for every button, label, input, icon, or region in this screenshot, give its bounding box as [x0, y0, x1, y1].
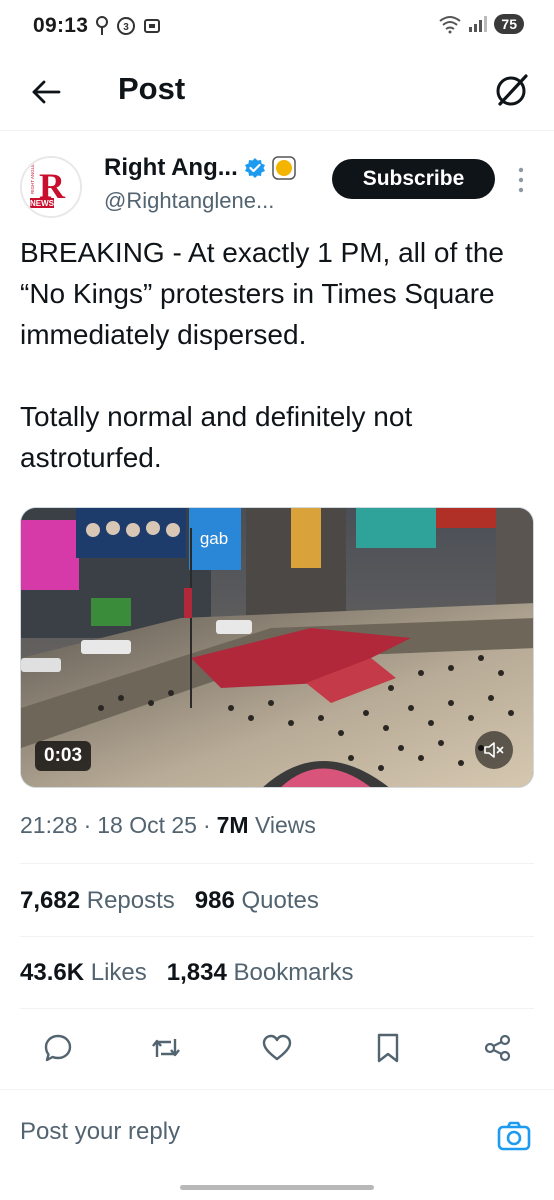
bookmarks-count: 1,834 [166, 959, 227, 986]
signal-icon [469, 16, 488, 32]
affiliate-badge-icon [272, 156, 296, 180]
share-nodes-icon [484, 1034, 511, 1062]
quotes-stat[interactable]: 986 Quotes [195, 887, 319, 915]
repost-icon [152, 1039, 180, 1057]
reposts-count: 7,682 [20, 887, 81, 914]
likes-bookmarks-row: 43.6K Likes 1,834 Bookmarks [20, 959, 354, 987]
wifi-icon [439, 16, 462, 34]
action-bar [0, 1028, 554, 1068]
status-time: 09:13 [33, 14, 89, 37]
meta-separator: · [83, 812, 92, 838]
author-name-row: Right Ang... [104, 154, 296, 182]
status-icons-left: 3 [94, 15, 162, 37]
avatar-text-top: RIGHT ANGLE [30, 164, 35, 194]
tweet-paragraph-2: Totally normal and definitely not astrot… [20, 401, 413, 473]
right-angle-news-logo: R RIGHT ANGLE NEWS [22, 158, 80, 216]
heart-icon [262, 1034, 292, 1061]
video-duration: 0:03 [35, 741, 92, 771]
reposts-stat[interactable]: 7,682 Reposts [20, 887, 175, 915]
like-button[interactable] [257, 1028, 297, 1068]
author-name[interactable]: Right Ang... [104, 154, 238, 182]
mute-button[interactable] [475, 731, 513, 769]
arrow-left-icon [32, 80, 61, 104]
video-player[interactable]: gab 0:03 [20, 507, 534, 788]
divider [20, 863, 534, 864]
post-date: 18 Oct 25 [97, 812, 197, 838]
grok-button[interactable] [492, 70, 532, 110]
repost-button[interactable] [146, 1028, 186, 1068]
grok-slash-icon [496, 74, 528, 106]
speaker-muted-icon [484, 742, 504, 758]
billboard-text: gab [200, 529, 228, 548]
bookmarks-stat[interactable]: 1,834 Bookmarks [167, 959, 354, 987]
reposts-label: Reposts [86, 887, 175, 914]
meta-separator: · [202, 812, 211, 838]
video-frame: gab [21, 508, 533, 787]
bookmark-button[interactable] [368, 1028, 408, 1068]
views-count: 7M [216, 812, 249, 838]
notification-badge-icon: 3 [117, 17, 135, 35]
screenshot-icon [144, 19, 160, 33]
divider [20, 936, 534, 937]
battery-indicator: 75 [494, 14, 524, 34]
likes-count: 43.6K [20, 959, 85, 986]
more-options-button[interactable] [512, 164, 530, 196]
bookmarks-label: Bookmarks [233, 959, 354, 986]
reply-button[interactable] [38, 1028, 78, 1068]
author-row: R RIGHT ANGLE NEWS Right Ang... @Rightan… [0, 146, 554, 226]
quotes-count: 986 [194, 887, 235, 914]
reply-composer [0, 1089, 554, 1200]
status-bar: 09:13 3 75 [0, 0, 554, 56]
views-label: Views [254, 812, 316, 838]
divider [20, 1008, 534, 1009]
subscribe-button[interactable]: Subscribe [332, 159, 495, 199]
camera-button[interactable] [496, 1118, 532, 1154]
svg-text:3: 3 [123, 22, 129, 33]
post-time: 21:28 [20, 812, 78, 838]
post-meta: 21:28 · 18 Oct 25 · 7M Views [20, 812, 316, 839]
page-title: Post [118, 71, 186, 106]
location-pin-icon [96, 16, 108, 35]
reply-input[interactable] [20, 1118, 460, 1146]
reply-bubble-icon [44, 1034, 72, 1062]
status-icons-right: 75 [438, 14, 524, 34]
back-button[interactable] [28, 74, 64, 110]
share-button[interactable] [478, 1028, 518, 1068]
reposts-quotes-row: 7,682 Reposts 986 Quotes [20, 887, 319, 915]
more-vertical-icon [518, 167, 524, 193]
tweet-text: BREAKING - At exactly 1 PM, all of the “… [20, 232, 534, 478]
likes-label: Likes [90, 959, 147, 986]
bookmark-icon [377, 1033, 399, 1063]
quotes-label: Quotes [241, 887, 319, 914]
avatar-text-bottom: NEWS [30, 199, 55, 208]
camera-icon [497, 1121, 531, 1151]
tweet-paragraph-1: BREAKING - At exactly 1 PM, all of the “… [20, 237, 504, 350]
avatar[interactable]: R RIGHT ANGLE NEWS [20, 156, 82, 218]
verified-badge-icon [244, 158, 265, 178]
views-stat[interactable]: 7M Views [217, 812, 316, 839]
post-header: Post [0, 56, 554, 131]
author-handle[interactable]: @Rightanglene... [104, 188, 274, 214]
likes-stat[interactable]: 43.6K Likes [20, 959, 147, 987]
home-indicator [180, 1185, 374, 1190]
